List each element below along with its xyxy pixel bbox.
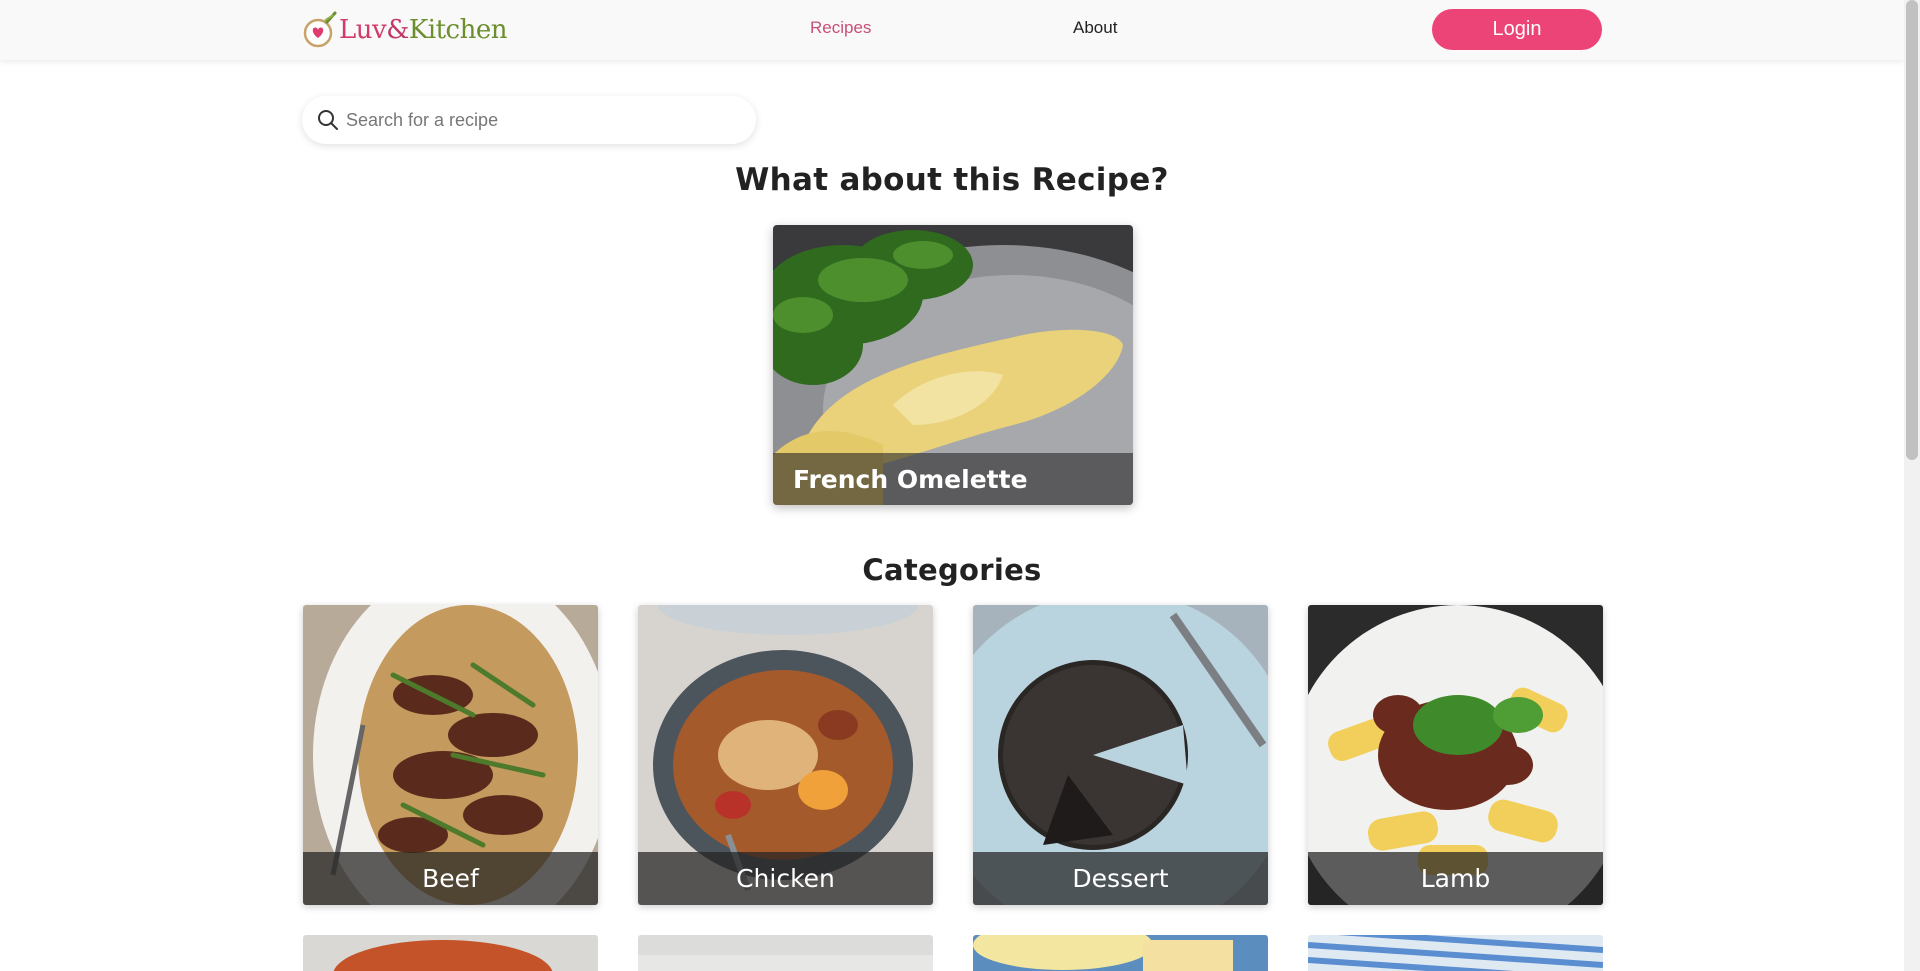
category-card-chicken[interactable]: Chicken [638, 605, 933, 905]
category-card-row2-4[interactable] [1308, 935, 1603, 971]
logo-text-amp: & [386, 15, 409, 45]
category-card-row2-2[interactable] [638, 935, 933, 971]
category-label-chicken: Chicken [638, 852, 933, 905]
category-image-row2-1 [303, 935, 598, 971]
logo-heart-icon [303, 11, 337, 49]
category-image-row2-3 [973, 935, 1268, 971]
category-label-dessert: Dessert [973, 852, 1268, 905]
featured-recipe-card[interactable]: French Omelette [773, 225, 1133, 505]
featured-recipe-name: French Omelette [793, 465, 1028, 494]
category-label-beef: Beef [303, 852, 598, 905]
categories-section-title: Categories [862, 553, 1042, 587]
category-card-lamb[interactable]: Lamb [1308, 605, 1603, 905]
logo-text-kitchen: Kitchen [408, 15, 508, 45]
category-card-row2-3[interactable] [973, 935, 1268, 971]
search-bar[interactable] [302, 96, 756, 144]
category-image-row2-4 [1308, 935, 1603, 971]
search-icon [316, 108, 340, 132]
site-logo[interactable]: Luv&Kitchen [303, 10, 508, 50]
featured-section-title: What about this Recipe? [735, 162, 1169, 198]
logo-text-luv: Luv [339, 15, 387, 45]
category-image-row2-2 [638, 935, 933, 971]
nav-about-link[interactable]: About [1073, 18, 1117, 38]
category-card-beef[interactable]: Beef [303, 605, 598, 905]
category-label-lamb: Lamb [1308, 852, 1603, 905]
login-button[interactable]: Login [1432, 9, 1602, 50]
top-navbar: Luv&Kitchen Recipes About Login [0, 0, 1904, 60]
search-input[interactable] [346, 109, 726, 131]
category-card-row2-1[interactable] [303, 935, 598, 971]
category-card-dessert[interactable]: Dessert [973, 605, 1268, 905]
nav-recipes-link[interactable]: Recipes [810, 18, 871, 38]
scrollbar-thumb[interactable] [1906, 0, 1918, 460]
